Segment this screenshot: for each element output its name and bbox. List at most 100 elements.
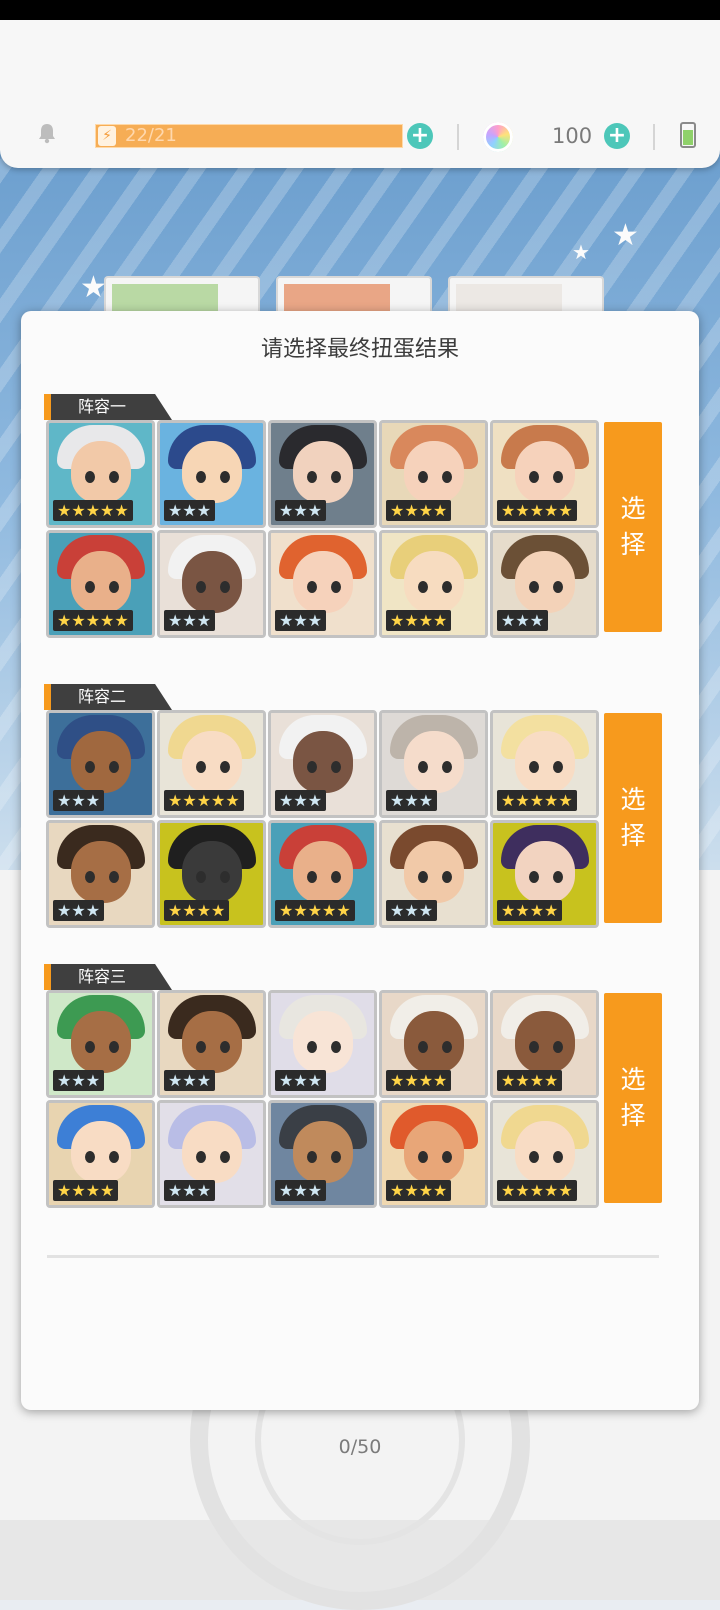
hero-portrait[interactable]: ★★★ — [46, 710, 155, 818]
hero-eye — [553, 1041, 563, 1053]
hero-portrait[interactable]: ★★★ — [157, 420, 266, 528]
hero-portrait[interactable]: ★★★ — [268, 990, 377, 1098]
hero-eye — [307, 471, 317, 483]
pull-counter: 0/50 — [338, 1436, 382, 1458]
hero-portrait[interactable]: ★★★★★ — [46, 530, 155, 638]
hero-portrait[interactable]: ★★★★ — [379, 990, 488, 1098]
hero-portrait[interactable]: ★★★ — [268, 420, 377, 528]
hero-portrait[interactable]: ★★★ — [379, 820, 488, 928]
add-gem-button[interactable]: + — [604, 123, 630, 149]
select-button-label: 择 — [620, 821, 646, 850]
hero-face — [293, 551, 353, 613]
star-rating: ★★★ — [497, 610, 549, 631]
hero-eye — [529, 1151, 539, 1163]
hero-portrait[interactable]: ★★★ — [268, 530, 377, 638]
hero-portrait[interactable]: ★★★ — [268, 1100, 377, 1208]
star-rating: ★★★ — [164, 610, 216, 631]
star-rating: ★★★★★ — [497, 500, 577, 521]
hero-eye — [553, 871, 563, 883]
hero-portrait[interactable]: ★★★★ — [379, 420, 488, 528]
hero-eye — [442, 471, 452, 483]
hero-portrait[interactable]: ★★★ — [379, 710, 488, 818]
hero-portrait[interactable]: ★★★ — [268, 710, 377, 818]
hero-eye — [85, 1151, 95, 1163]
hero-eye — [331, 1151, 341, 1163]
star-rating: ★★★ — [386, 900, 438, 921]
select-team-button[interactable]: 选择 — [604, 713, 662, 923]
hero-portrait[interactable]: ★★★★ — [490, 820, 599, 928]
hero-eye — [553, 471, 563, 483]
hero-eye — [307, 871, 317, 883]
hero-portrait[interactable]: ★★★ — [490, 530, 599, 638]
bell-icon[interactable] — [36, 122, 58, 144]
hero-face — [71, 441, 131, 503]
hero-face — [71, 731, 131, 793]
gem-count: 100 — [552, 124, 593, 148]
select-team-button[interactable]: 选择 — [604, 993, 662, 1203]
star-rating: ★★★★★ — [275, 900, 355, 921]
hero-portrait[interactable]: ★★★★ — [379, 530, 488, 638]
hero-face — [71, 1011, 131, 1073]
hero-face — [182, 1121, 242, 1183]
star-rating: ★★★★ — [386, 500, 452, 521]
hero-portrait[interactable]: ★★★★ — [46, 1100, 155, 1208]
hero-portrait[interactable]: ★★★★★ — [157, 710, 266, 818]
hero-eye — [442, 581, 452, 593]
hero-face — [515, 1121, 575, 1183]
select-button-label: 选 — [620, 494, 646, 523]
hero-eye — [529, 471, 539, 483]
star-rating: ★★★ — [275, 610, 327, 631]
star-rating: ★★★ — [275, 1070, 327, 1091]
star-rating: ★★★★★ — [497, 1180, 577, 1201]
star-rating: ★★★★ — [497, 1070, 563, 1091]
hero-face — [293, 841, 353, 903]
hero-face — [293, 1011, 353, 1073]
hero-eye — [331, 471, 341, 483]
hero-portrait[interactable]: ★★★ — [46, 820, 155, 928]
hero-eye — [109, 761, 119, 773]
hero-face — [293, 1121, 353, 1183]
hero-eye — [220, 1151, 230, 1163]
star-rating: ★★★★★ — [53, 610, 133, 631]
hero-face — [404, 731, 464, 793]
hero-eye — [418, 871, 428, 883]
hero-portrait[interactable]: ★★★★★ — [490, 710, 599, 818]
hero-portrait[interactable]: ★★★ — [46, 990, 155, 1098]
hero-eye — [307, 1151, 317, 1163]
hero-eye — [109, 871, 119, 883]
dialog-title: 请选择最终扭蛋结果 — [260, 337, 459, 362]
hero-eye — [307, 1041, 317, 1053]
hero-face — [182, 1011, 242, 1073]
battery-level — [683, 130, 693, 145]
hero-portrait[interactable]: ★★★★★ — [46, 420, 155, 528]
hero-portrait[interactable]: ★★★★★ — [490, 1100, 599, 1208]
hero-eye — [220, 761, 230, 773]
hero-face — [515, 841, 575, 903]
hero-eye — [529, 871, 539, 883]
star-rating: ★★★ — [53, 900, 105, 921]
star-rating: ★★★★ — [386, 1180, 452, 1201]
star-decoration-icon: ★ — [572, 240, 590, 264]
hero-portrait[interactable]: ★★★★ — [379, 1100, 488, 1208]
team-name: 阵容二 — [51, 684, 172, 710]
hero-portrait[interactable]: ★★★ — [157, 1100, 266, 1208]
star-rating: ★★★★★ — [53, 500, 133, 521]
star-rating: ★★★ — [275, 500, 327, 521]
add-energy-button[interactable]: + — [407, 123, 433, 149]
hero-face — [182, 841, 242, 903]
hero-portrait[interactable]: ★★★ — [157, 530, 266, 638]
hero-eye — [553, 761, 563, 773]
hero-portrait[interactable]: ★★★★ — [157, 820, 266, 928]
hero-eye — [85, 761, 95, 773]
hero-portrait[interactable]: ★★★★★ — [268, 820, 377, 928]
hero-eye — [529, 581, 539, 593]
star-rating: ★★★ — [275, 790, 327, 811]
hero-portrait[interactable]: ★★★★★ — [490, 420, 599, 528]
hero-portrait[interactable]: ★★★★ — [490, 990, 599, 1098]
select-button-label: 择 — [620, 530, 646, 559]
hero-eye — [109, 1151, 119, 1163]
energy-bolt-icon: ⚡ — [98, 126, 116, 146]
select-team-button[interactable]: 选择 — [604, 422, 662, 632]
hero-portrait[interactable]: ★★★ — [157, 990, 266, 1098]
team-tab-2: 阵容二 — [44, 684, 172, 710]
